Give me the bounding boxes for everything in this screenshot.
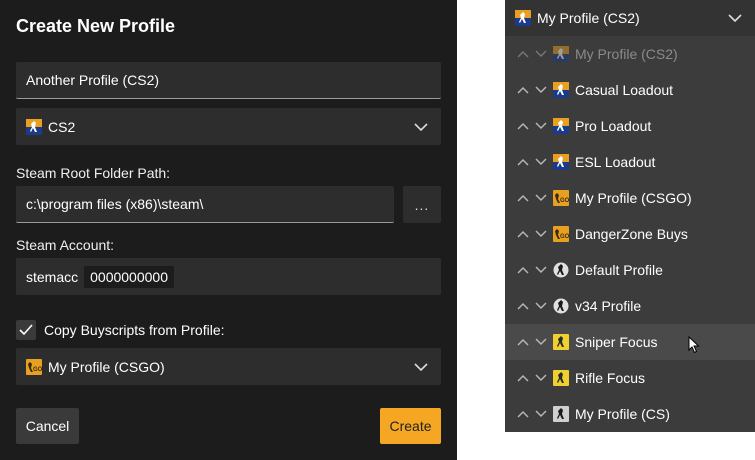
move-up-icon[interactable] bbox=[517, 158, 529, 166]
mouse-cursor-icon bbox=[688, 336, 700, 354]
account-id: 0000000000 bbox=[84, 265, 174, 288]
profile-list-item-label: Casual Loadout bbox=[575, 82, 674, 98]
move-down-icon[interactable] bbox=[535, 374, 547, 382]
selected-profile: My Profile (CS2) bbox=[537, 10, 640, 26]
profile-list-item-label: ESL Loadout bbox=[575, 154, 656, 170]
copy-from-profile-select[interactable]: My Profile (CSGO) bbox=[16, 348, 441, 385]
cs2-icon bbox=[553, 46, 569, 62]
chevron-down-icon bbox=[414, 122, 428, 131]
steam-root-label: Steam Root Folder Path: bbox=[16, 165, 171, 181]
move-down-icon[interactable] bbox=[535, 86, 547, 94]
profile-list-item[interactable]: Pro Loadout bbox=[505, 108, 755, 144]
reorder-arrows bbox=[517, 338, 547, 346]
profile-list: My Profile (CS2) Casual Loadout Pro Loadou… bbox=[505, 36, 755, 432]
profile-list-item[interactable]: DangerZone Buys bbox=[505, 216, 755, 252]
reorder-arrows bbox=[517, 410, 547, 418]
reorder-arrows bbox=[517, 50, 547, 58]
profile-list-item[interactable]: My Profile (CS2) bbox=[505, 36, 755, 72]
profile-name-value: Another Profile (CS2) bbox=[26, 72, 160, 88]
copy-buyscripts-checkbox[interactable] bbox=[16, 320, 36, 340]
browse-button[interactable]: ... bbox=[403, 186, 441, 223]
profile-list-item-label: Pro Loadout bbox=[575, 118, 652, 134]
css-icon bbox=[553, 298, 569, 314]
cs16-icon bbox=[553, 334, 569, 350]
reorder-arrows bbox=[517, 230, 547, 238]
move-up-icon[interactable] bbox=[517, 338, 529, 346]
move-up-icon[interactable] bbox=[517, 302, 529, 310]
account-name: stemacc bbox=[26, 268, 79, 285]
move-down-icon[interactable] bbox=[535, 338, 547, 346]
move-down-icon[interactable] bbox=[535, 410, 547, 418]
cs2-icon bbox=[553, 154, 569, 170]
cs2-icon bbox=[553, 118, 569, 134]
csgo-icon bbox=[553, 226, 569, 242]
move-down-icon[interactable] bbox=[535, 302, 547, 310]
check-icon bbox=[19, 324, 33, 336]
profile-list-item-label: Rifle Focus bbox=[575, 370, 646, 386]
css-icon bbox=[553, 262, 569, 278]
reorder-arrows bbox=[517, 266, 547, 274]
move-up-icon[interactable] bbox=[517, 230, 529, 238]
profile-list-item[interactable]: Default Profile bbox=[505, 252, 755, 288]
move-down-icon[interactable] bbox=[535, 122, 547, 130]
create-button[interactable]: Create bbox=[380, 408, 441, 444]
csgo-icon bbox=[553, 190, 569, 206]
create-profile-dialog: Create New Profile Another Profile (CS2)… bbox=[0, 0, 457, 460]
chevron-down-icon bbox=[728, 14, 742, 23]
move-down-icon[interactable] bbox=[535, 158, 547, 166]
chevron-down-icon bbox=[414, 362, 428, 371]
profile-list-item[interactable]: ESL Loadout bbox=[505, 144, 755, 180]
steam-account-select[interactable]: stemacc 0000000000 bbox=[16, 258, 441, 295]
move-down-icon[interactable] bbox=[535, 230, 547, 238]
profile-list-item-label: My Profile (CSGO) bbox=[575, 190, 692, 206]
reorder-arrows bbox=[517, 158, 547, 166]
copy-buyscripts-label: Copy Buyscripts from Profile: bbox=[44, 322, 225, 338]
reorder-arrows bbox=[517, 122, 547, 130]
move-up-icon[interactable] bbox=[517, 50, 529, 58]
move-down-icon[interactable] bbox=[535, 194, 547, 202]
move-up-icon[interactable] bbox=[517, 410, 529, 418]
game-select-value: CS2 bbox=[48, 118, 76, 135]
cs2-icon bbox=[553, 82, 569, 98]
move-down-icon[interactable] bbox=[535, 266, 547, 274]
game-select[interactable]: CS2 bbox=[16, 108, 441, 145]
csgo-icon bbox=[26, 359, 42, 375]
reorder-arrows bbox=[517, 302, 547, 310]
profile-list-item-label: Sniper Focus bbox=[575, 334, 658, 350]
profile-list-item-label: DangerZone Buys bbox=[575, 226, 688, 242]
profile-list-item[interactable]: Rifle Focus bbox=[505, 360, 755, 396]
copy-from-profile-value: My Profile (CSGO) bbox=[48, 358, 165, 375]
move-up-icon[interactable] bbox=[517, 86, 529, 94]
profile-list-item[interactable]: My Profile (CS) bbox=[505, 396, 755, 432]
move-up-icon[interactable] bbox=[517, 194, 529, 202]
profile-dropdown: My Profile (CS2) My Profile (CS2) Casual … bbox=[505, 0, 755, 432]
move-up-icon[interactable] bbox=[517, 266, 529, 274]
profile-list-item-label: v34 Profile bbox=[575, 298, 642, 314]
steam-root-value: c:\program files (x86)\steam\ bbox=[26, 196, 204, 212]
profile-name-input[interactable]: Another Profile (CS2) bbox=[16, 62, 441, 99]
dialog-title: Create New Profile bbox=[16, 16, 176, 36]
reorder-arrows bbox=[517, 86, 547, 94]
move-up-icon[interactable] bbox=[517, 122, 529, 130]
steam-account-label: Steam Account: bbox=[16, 237, 115, 253]
move-down-icon[interactable] bbox=[535, 50, 547, 58]
profile-list-item[interactable]: v34 Profile bbox=[505, 288, 755, 324]
reorder-arrows bbox=[517, 374, 547, 382]
cancel-button[interactable]: Cancel bbox=[16, 408, 79, 444]
steam-root-input[interactable]: c:\program files (x86)\steam\ bbox=[16, 186, 394, 223]
cs-icon bbox=[553, 406, 569, 422]
profile-list-item[interactable]: My Profile (CSGO) bbox=[505, 180, 755, 216]
profile-list-item-label: My Profile (CS) bbox=[575, 406, 670, 422]
move-up-icon[interactable] bbox=[517, 374, 529, 382]
cs2-icon bbox=[26, 119, 42, 135]
cs16-icon bbox=[553, 370, 569, 386]
profile-dropdown-header[interactable]: My Profile (CS2) bbox=[505, 0, 755, 36]
profile-list-item[interactable]: Sniper Focus bbox=[505, 324, 755, 360]
reorder-arrows bbox=[517, 194, 547, 202]
profile-list-item[interactable]: Casual Loadout bbox=[505, 72, 755, 108]
profile-list-item-label: My Profile (CS2) bbox=[575, 46, 678, 62]
cs2-icon bbox=[515, 10, 531, 26]
profile-list-item-label: Default Profile bbox=[575, 262, 663, 278]
